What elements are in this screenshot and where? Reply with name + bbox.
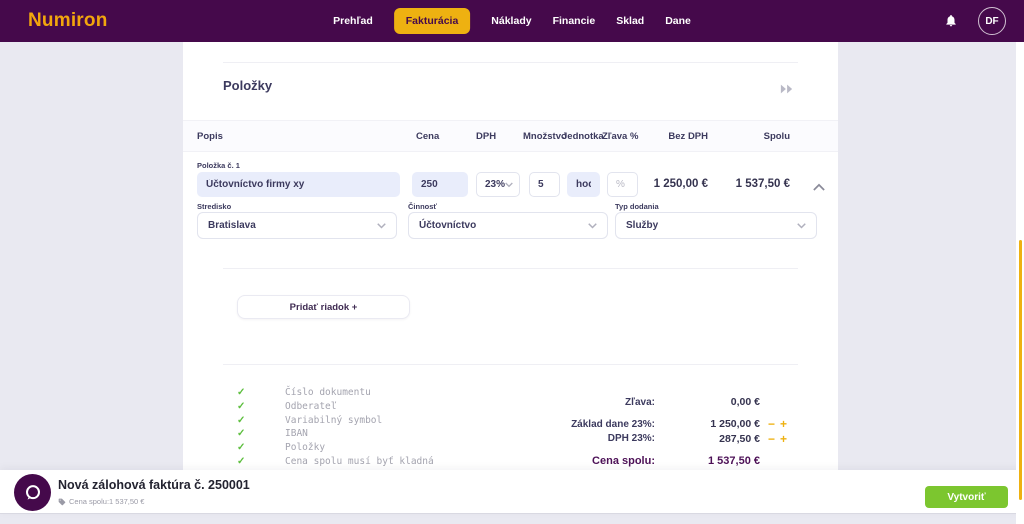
add-row-button[interactable]: Pridať riadok + xyxy=(237,295,410,319)
check-icon: ✓ xyxy=(237,387,246,399)
check-icon: ✓ xyxy=(237,442,246,454)
item-row-label: Položka č. 1 xyxy=(197,161,240,170)
nav-item-fakturacia[interactable]: Fakturácia xyxy=(393,8,471,34)
summary-row-discount: Zľava: 0,00 € xyxy=(453,394,798,410)
summary-row-vat: DPH 23%: 287,50 € − + xyxy=(453,432,798,445)
stredisko-select[interactable]: Bratislava xyxy=(197,212,397,239)
chevron-down-icon xyxy=(377,222,386,229)
app-logo[interactable]: Numiron xyxy=(28,10,108,32)
items-section-title: Položky xyxy=(223,78,273,93)
checklist-label: Číslo dokumentu xyxy=(285,387,371,399)
document-footer-bar: Nová zálohová faktúra č. 250001 Cena spo… xyxy=(0,470,1024,514)
cinnost-value: Účtovníctvo xyxy=(419,220,477,231)
stredisko-label: Stredisko xyxy=(197,202,232,211)
item-unit-input[interactable] xyxy=(567,172,600,197)
totals-summary: Zľava: 0,00 € Základ dane 23%: 1 250,00 … xyxy=(453,394,798,470)
checklist-item: ✓ Odberateľ xyxy=(237,400,434,414)
cinnost-label: Činnosť xyxy=(408,202,438,211)
checklist-label: Variabilný symbol xyxy=(285,414,383,426)
chat-bubble-icon[interactable] xyxy=(14,474,51,511)
stredisko-value: Bratislava xyxy=(208,220,256,231)
grand-total-value: 1 537,50 € xyxy=(708,455,760,467)
decrease-tax-base-button[interactable]: − xyxy=(768,418,775,430)
discount-value: 0,00 € xyxy=(730,396,760,408)
check-icon: ✓ xyxy=(237,401,246,413)
tax-base-label: Základ dane 23%: xyxy=(571,418,655,430)
col-cena: Cena xyxy=(416,131,440,142)
nav-item-dane[interactable]: Dane xyxy=(665,15,691,27)
col-dph: DPH xyxy=(476,131,497,142)
check-icon: ✓ xyxy=(237,428,246,440)
checklist-item: ✓ IBAN xyxy=(237,427,434,441)
item-price-input[interactable] xyxy=(412,172,468,197)
item-gross-total: 1 537,50 € xyxy=(735,178,790,190)
checklist-item: ✓ Cena spolu musí byť kladná xyxy=(237,454,434,468)
increase-vat-button[interactable]: + xyxy=(780,433,787,445)
divider xyxy=(223,268,798,269)
item-discount-input[interactable] xyxy=(607,172,638,197)
check-icon: ✓ xyxy=(237,414,246,426)
col-jednotka: Jednotka xyxy=(562,131,604,142)
tax-base-value: 1 250,00 € xyxy=(710,418,760,430)
col-zlava: Zľava % xyxy=(602,131,639,142)
user-avatar[interactable]: DF xyxy=(978,7,1006,35)
item-quantity-input[interactable] xyxy=(529,172,560,197)
vat-value: 287,50 € xyxy=(719,432,760,445)
document-title: Nová zálohová faktúra č. 250001 xyxy=(58,478,250,492)
item-net-total: 1 250,00 € xyxy=(653,178,708,190)
summary-row-grand-total: Cena spolu: 1 537,50 € xyxy=(453,452,798,470)
typ-dodania-value: Služby xyxy=(626,220,659,231)
document-subtitle: Cena spolu:1 537,50 € xyxy=(58,497,144,506)
app-window: Numiron Prehľad Fakturácia Náklady Finan… xyxy=(0,0,1024,524)
nav-item-financie[interactable]: Financie xyxy=(553,15,596,27)
checklist-item: ✓ Položky xyxy=(237,441,434,455)
tag-icon xyxy=(58,498,66,505)
main-nav: Prehľad Fakturácia Náklady Financie Skla… xyxy=(333,0,691,42)
discount-label: Zľava: xyxy=(625,396,655,408)
nav-item-sklad[interactable]: Sklad xyxy=(616,15,644,27)
scrollbar-thumb[interactable] xyxy=(1019,240,1022,500)
summary-row-tax-base: Základ dane 23%: 1 250,00 € − + xyxy=(453,416,798,432)
document-subtitle-text: Cena spolu:1 537,50 € xyxy=(69,497,145,506)
divider xyxy=(223,62,798,63)
notifications-bell-icon[interactable] xyxy=(944,13,958,33)
checklist-label: Odberateľ xyxy=(285,401,337,413)
chevron-down-icon xyxy=(588,222,597,229)
col-spolu: Spolu xyxy=(763,131,790,142)
col-mnozstvo: Množstvo xyxy=(523,131,567,142)
divider xyxy=(223,364,798,365)
increase-tax-base-button[interactable]: + xyxy=(780,418,787,430)
typ-dodania-label: Typ dodania xyxy=(615,202,659,211)
item-description-input[interactable] xyxy=(197,172,400,197)
checklist-item: ✓ Číslo dokumentu xyxy=(237,386,434,400)
checklist-label: IBAN xyxy=(285,428,308,440)
col-bez-dph: Bez DPH xyxy=(668,131,708,142)
grand-total-label: Cena spolu: xyxy=(592,455,655,467)
chevron-down-icon xyxy=(797,222,806,229)
checklist-item: ✓ Variabilný symbol xyxy=(237,413,434,427)
top-nav-bar: Numiron Prehľad Fakturácia Náklady Finan… xyxy=(0,0,1024,42)
collapse-fast-forward-icon[interactable] xyxy=(779,82,794,100)
cinnost-select[interactable]: Účtovníctvo xyxy=(408,212,608,239)
checklist-label: Položky xyxy=(285,442,326,454)
item-vat-select[interactable]: 23% xyxy=(476,172,520,197)
check-icon: ✓ xyxy=(237,455,246,467)
typ-dodania-select[interactable]: Služby xyxy=(615,212,817,239)
nav-item-naklady[interactable]: Náklady xyxy=(491,15,531,27)
create-button[interactable]: Vytvoriť xyxy=(925,486,1008,508)
items-table-header: Popis Cena DPH Množstvo Jednotka Zľava %… xyxy=(183,120,838,152)
invoice-items-card: Položky Popis Cena DPH Množstvo Jednotka… xyxy=(183,42,838,470)
checklist-label: Cena spolu musí byť kladná xyxy=(285,455,434,467)
item-vat-value: 23% xyxy=(485,179,506,190)
nav-item-prehlad[interactable]: Prehľad xyxy=(333,15,373,27)
vat-label: DPH 23%: xyxy=(607,433,655,444)
collapse-row-chevron-up-icon[interactable] xyxy=(813,178,825,196)
chevron-down-icon xyxy=(505,182,513,187)
decrease-vat-button[interactable]: − xyxy=(768,433,775,445)
validation-checklist: ✓ Číslo dokumentu ✓ Odberateľ ✓ Variabilný … xyxy=(237,386,434,468)
col-popis: Popis xyxy=(197,131,223,142)
